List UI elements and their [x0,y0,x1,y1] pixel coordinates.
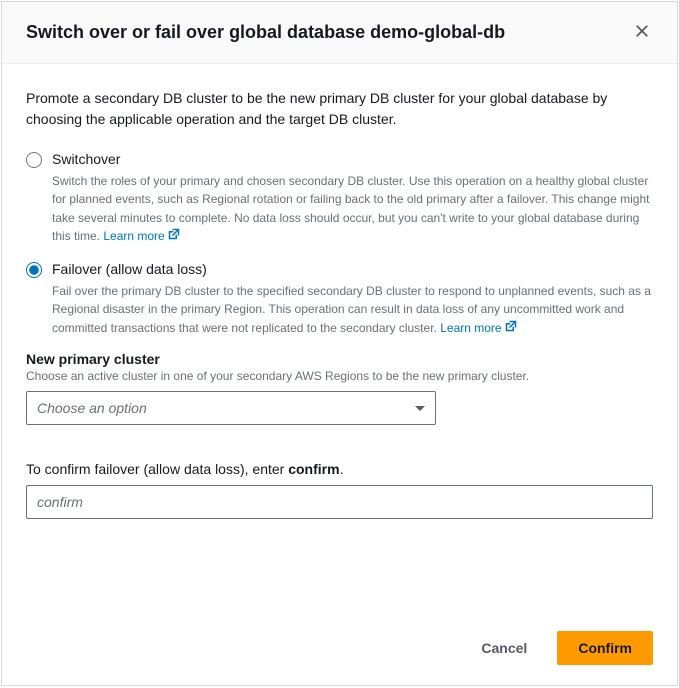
new-primary-select-wrap: Choose an option [26,391,436,425]
confirm-input[interactable] [26,485,653,519]
switchover-label: Switchover [52,150,653,170]
modal-title: Switch over or fail over global database… [26,22,505,43]
failover-content: Failover (allow data loss) Fail over the… [52,260,653,337]
failover-learn-more-link[interactable]: Learn more [440,319,516,338]
close-icon [635,24,649,41]
confirm-button[interactable]: Confirm [557,631,653,665]
switchover-description: Switch the roles of your primary and cho… [52,172,653,246]
failover-desc-text: Fail over the primary DB cluster to the … [52,284,651,335]
cancel-button[interactable]: Cancel [461,631,547,665]
switchover-option[interactable]: Switchover Switch the roles of your prim… [26,150,653,246]
learn-more-text: Learn more [440,319,501,338]
new-primary-label: New primary cluster [26,351,653,367]
confirm-prefix: To confirm failover (allow data loss), e… [26,461,288,477]
switchover-learn-more-link[interactable]: Learn more [103,227,179,246]
external-link-icon [505,319,517,338]
failover-description: Fail over the primary DB cluster to the … [52,282,653,338]
operation-radio-group: Switchover Switch the roles of your prim… [26,150,653,337]
failover-radio[interactable] [26,262,42,278]
close-button[interactable] [631,20,653,45]
intro-text: Promote a secondary DB cluster to be the… [26,88,653,130]
new-primary-desc: Choose an active cluster in one of your … [26,369,653,383]
modal-header: Switch over or fail over global database… [2,2,677,64]
failover-label: Failover (allow data loss) [52,260,653,280]
confirm-instruction: To confirm failover (allow data loss), e… [26,461,653,477]
switchover-content: Switchover Switch the roles of your prim… [52,150,653,246]
new-primary-select[interactable]: Choose an option [26,391,436,425]
learn-more-text: Learn more [103,227,164,246]
failover-option[interactable]: Failover (allow data loss) Fail over the… [26,260,653,337]
failover-modal: Switch over or fail over global database… [1,1,678,686]
switchover-radio[interactable] [26,152,42,168]
confirm-suffix: . [340,461,344,477]
confirm-keyword: confirm [288,461,339,477]
modal-body: Promote a secondary DB cluster to be the… [2,64,677,611]
modal-footer: Cancel Confirm [2,611,677,685]
external-link-icon [168,227,180,246]
